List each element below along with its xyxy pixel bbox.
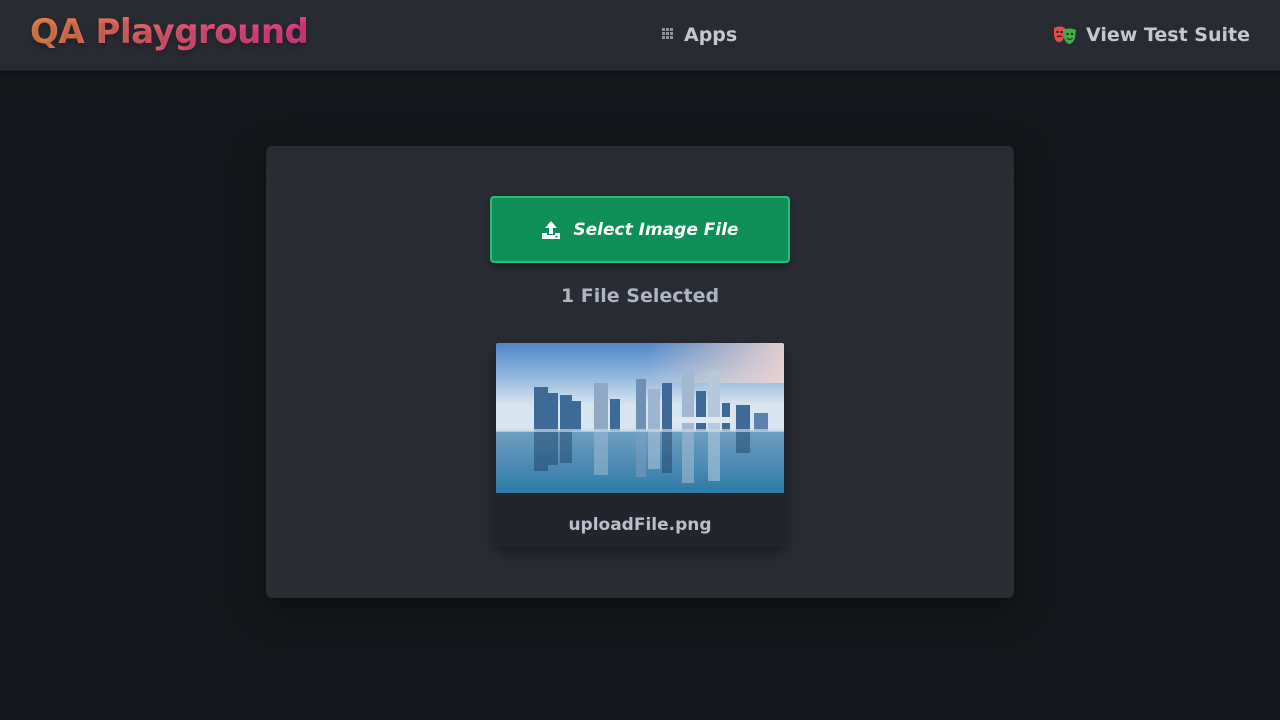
brand-logo[interactable]: QA Playground: [30, 12, 309, 52]
nav-apps-label: Apps: [684, 24, 738, 46]
view-test-suite-label: View Test Suite: [1086, 24, 1250, 46]
view-test-suite-link[interactable]: View Test Suite: [1052, 22, 1250, 48]
file-name: uploadFile.png: [568, 515, 712, 535]
file-preview-card: uploadFile.png: [496, 343, 784, 547]
upload-card: Select Image File 1 File Selected upload…: [266, 146, 1014, 598]
select-image-file-label: Select Image File: [573, 219, 739, 240]
file-preview-image: [496, 343, 784, 493]
theater-masks-icon: [1054, 26, 1077, 44]
file-count-text: 1 File Selected: [560, 285, 720, 307]
navbar: QA Playground Apps View Test Suite: [0, 0, 1280, 71]
nav-apps-link[interactable]: Apps: [662, 23, 737, 47]
select-image-file-button[interactable]: Select Image File: [490, 196, 790, 263]
upload-icon: [542, 220, 561, 239]
grid-icon: [662, 28, 673, 39]
